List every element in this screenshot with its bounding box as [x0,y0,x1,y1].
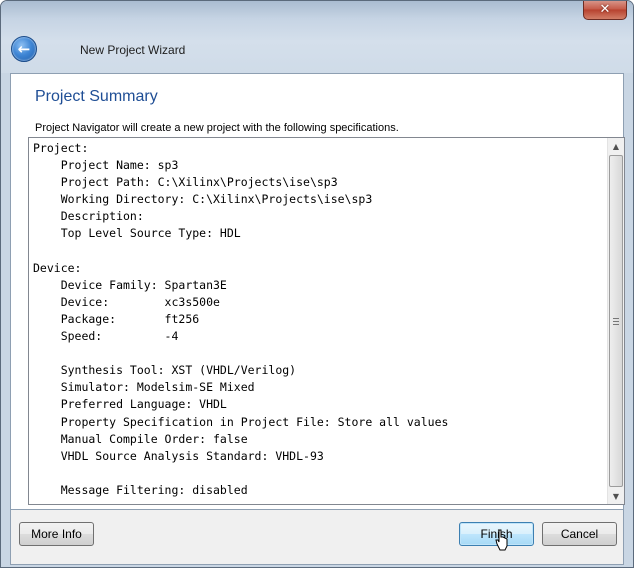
summary-line [33,345,607,362]
scroll-up-icon[interactable]: ▲ [608,138,624,154]
summary-line: Description: [33,209,144,224]
close-icon: ✕ [599,2,611,17]
summary-line: Manual Compile Order: false [33,431,248,446]
scroll-down-icon[interactable]: ▼ [608,488,624,504]
title-bar [1,1,633,73]
vertical-scrollbar[interactable]: ▲ ▼ [607,138,624,504]
cancel-button[interactable]: Cancel [542,522,617,546]
summary-line: Property Specification in Project File: … [33,414,449,429]
summary-textbox[interactable]: Project: Project Name: sp3 Project Path:… [28,137,625,505]
summary-text: Project: Project Name: sp3 Project Path:… [33,140,607,502]
summary-line: VHDL Source Analysis Standard: VHDL-93 [33,448,324,463]
intro-text: Project Navigator will create a new proj… [35,122,399,134]
mouse-pointer-icon [495,529,508,551]
grip-icon [613,317,619,325]
summary-line: Project Path: C:\Xilinx\Projects\ise\sp3 [33,175,338,190]
summary-line: Project Name: sp3 [33,158,179,173]
back-button[interactable]: ← [11,36,37,62]
summary-line: Speed: -4 [33,329,179,344]
window-title: New Project Wizard [80,43,186,57]
summary-line: Device Family: Spartan3E [33,277,227,292]
back-arrow-icon: ← [17,40,31,58]
summary-line: Message Filtering: disabled [33,482,248,497]
summary-line: Project: [33,141,89,155]
summary-line: Package: ft256 [33,311,200,326]
summary-line: Device: [33,260,82,275]
summary-line: Top Level Source Type: HDL [33,226,241,241]
summary-line [33,243,607,260]
page-heading: Project Summary [35,88,158,105]
summary-line: Simulator: Modelsim-SE Mixed [33,380,255,395]
summary-line: Working Directory: C:\Xilinx\Projects\is… [33,192,373,207]
summary-line: Synthesis Tool: XST (VHDL/Verilog) [33,363,297,378]
close-button[interactable]: ✕ [583,1,627,20]
summary-line: Preferred Language: VHDL [33,397,227,412]
summary-line: Device: xc3s500e [33,294,220,309]
wizard-page: Project Summary Project Navigator will c… [10,73,625,509]
more-info-button[interactable]: More Info [19,522,94,546]
button-bar: More Info Finish Cancel [10,509,624,565]
wizard-window: ✕ ← New Project Wizard Project Summary P… [0,0,634,568]
scroll-thumb[interactable] [609,155,623,487]
summary-line [33,465,607,482]
